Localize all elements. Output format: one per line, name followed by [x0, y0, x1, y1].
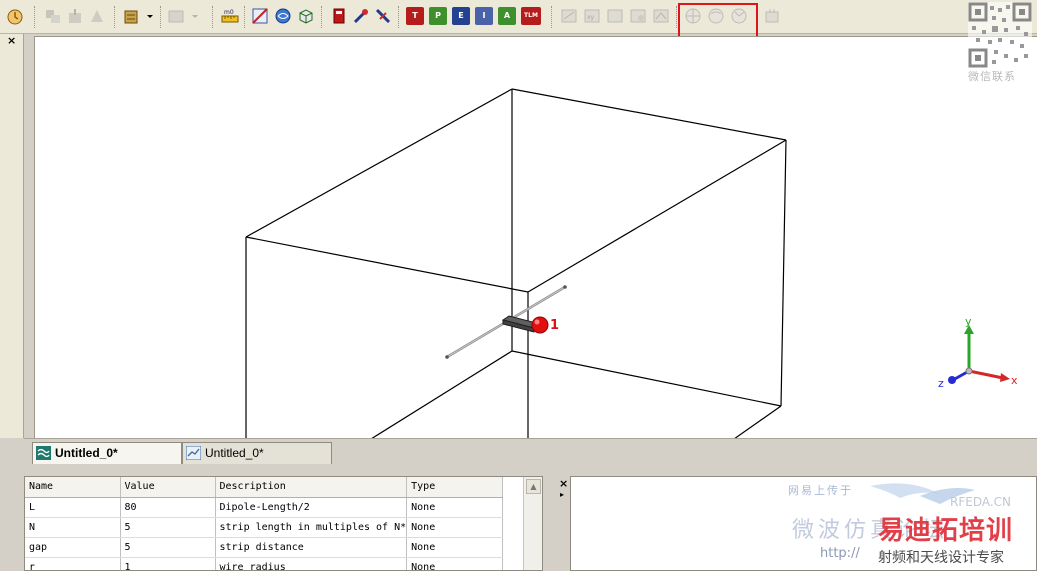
bounding-box-wireframe [245, 88, 787, 438]
port-label: 1 [550, 318, 559, 333]
toolbar-separator [160, 6, 162, 28]
cell-type[interactable]: None [406, 557, 504, 570]
tab-untitled-3d[interactable]: Untitled_0* [32, 442, 182, 464]
axis-y-label: y [965, 315, 972, 328]
bottom-panels: × ▸ Name Value Description Type L 80 [24, 468, 1037, 571]
axes-icon[interactable]: xy [583, 7, 601, 25]
p-badge-icon[interactable]: P [429, 7, 447, 25]
cube-icon[interactable] [297, 7, 315, 25]
wire-icon[interactable] [374, 7, 392, 25]
cell-name[interactable]: N [25, 517, 121, 538]
parameters-panel: Name Value Description Type L 80 Dipole-… [24, 476, 543, 571]
toolbar-separator [398, 6, 400, 28]
cell-value[interactable]: 80 [120, 497, 216, 518]
column-header-value[interactable]: Value [120, 477, 216, 498]
e-badge-icon[interactable]: E [452, 7, 470, 25]
toolbar-separator [244, 6, 246, 28]
column-header-name[interactable]: Name [25, 477, 121, 498]
frame-icon[interactable] [44, 7, 62, 25]
table-row[interactable]: N 5 strip length in multiples of N* None [25, 517, 504, 538]
mesh-icon[interactable] [251, 7, 269, 25]
dropdown-icon[interactable] [145, 7, 155, 25]
pin-icon[interactable]: ▸ [560, 490, 564, 499]
toolbar-separator [34, 6, 36, 28]
tab-label: Untitled_0* [205, 446, 264, 460]
cell-name[interactable]: L [25, 497, 121, 518]
toolbar-separator [321, 6, 323, 28]
svg-text:xy: xy [587, 14, 595, 21]
cell-name[interactable]: gap [25, 537, 121, 558]
export-icon[interactable] [629, 7, 647, 25]
clock-icon[interactable] [6, 7, 24, 25]
toolbar-separator [114, 6, 116, 28]
svg-text:m0: m0 [224, 9, 234, 16]
vertical-scrollbar[interactable]: ▲ [523, 477, 542, 570]
dipole-antenna [445, 285, 567, 359]
close-icon[interactable]: × [559, 477, 568, 490]
results-icon[interactable] [763, 7, 781, 25]
view-icon[interactable] [606, 7, 624, 25]
cell-description[interactable]: wire radius [215, 557, 408, 570]
cell-type[interactable]: None [406, 537, 504, 558]
cell-type[interactable]: None [406, 497, 504, 518]
axis-triad: y x z [938, 315, 1018, 390]
left-docking-strip: × [0, 34, 24, 438]
scroll-up-button[interactable]: ▲ [526, 479, 541, 494]
table-header-row: Name Value Description Type [25, 477, 504, 498]
cell-description[interactable]: strip length in multiples of N* [215, 517, 408, 538]
cell-description[interactable]: strip distance [215, 537, 408, 558]
toolbar-separator [212, 6, 214, 28]
column-header-type[interactable]: Type [406, 477, 504, 498]
far-field-highlight-box [678, 3, 758, 40]
i-badge-icon[interactable]: I [475, 7, 493, 25]
cell-value[interactable]: 5 [120, 537, 216, 558]
tab-untitled-result[interactable]: Untitled_0* [182, 442, 332, 464]
window-icon[interactable] [167, 7, 185, 25]
near-field-icon[interactable] [560, 7, 578, 25]
qr-code-watermark [968, 2, 1032, 68]
document-tab-bar: Untitled_0* Untitled_0* [24, 438, 1037, 464]
wechat-contact-watermark: 微信联系 [968, 70, 1016, 83]
tlm-badge-icon[interactable]: TLM [521, 7, 541, 25]
stack-icon[interactable] [122, 7, 140, 25]
t-badge-icon[interactable]: T [406, 7, 424, 25]
cell-value[interactable]: 5 [120, 517, 216, 538]
cell-type[interactable]: None [406, 517, 504, 538]
scale-icon[interactable] [66, 7, 84, 25]
table-row[interactable]: L 80 Dipole-Length/2 None [25, 497, 504, 518]
dropdown-icon[interactable] [190, 7, 200, 25]
application-window: m0 T P E I A TLM xy × 1 y x z 微信联系 Untit… [0, 0, 1037, 571]
close-icon[interactable]: × [7, 34, 16, 47]
axis-z-label: z [938, 377, 944, 390]
mirror-icon[interactable] [88, 7, 106, 25]
output-panel [570, 476, 1037, 571]
table-row[interactable]: r 1 wire radius None [25, 557, 504, 570]
table-row[interactable]: gap 5 strip distance None [25, 537, 504, 558]
view2-icon[interactable] [652, 7, 670, 25]
cell-name[interactable]: r [25, 557, 121, 570]
main-toolbar: m0 T P E I A TLM xy [0, 0, 1037, 40]
axis-x-label: x [1011, 374, 1018, 387]
port-marker[interactable] [531, 316, 549, 334]
a-badge-icon[interactable]: A [498, 7, 516, 25]
probe-icon[interactable] [352, 7, 370, 25]
tab-label: Untitled_0* [55, 446, 118, 460]
column-header-description[interactable]: Description [215, 477, 408, 498]
3d-viewport[interactable]: 1 y x z [34, 36, 1037, 438]
ruler-icon[interactable]: m0 [221, 7, 239, 25]
parameters-table: Name Value Description Type L 80 Dipole-… [25, 477, 504, 570]
toolbar-separator [551, 6, 553, 28]
globe-icon[interactable] [274, 7, 292, 25]
book-icon[interactable] [330, 7, 348, 25]
result-view-icon [186, 446, 201, 460]
model-view-icon [36, 446, 51, 460]
cell-value[interactable]: 1 [120, 557, 216, 570]
scene-canvas: 1 y x z [245, 88, 1018, 438]
cell-description[interactable]: Dipole-Length/2 [215, 497, 408, 518]
